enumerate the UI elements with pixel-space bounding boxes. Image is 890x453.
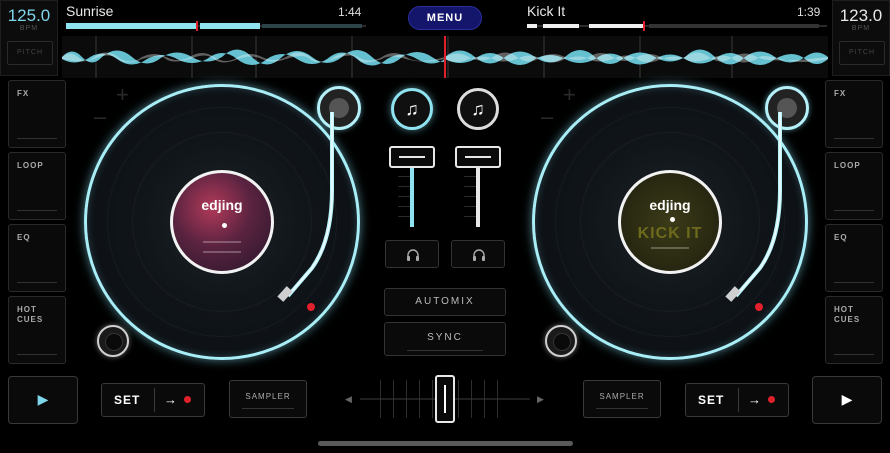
deck-b-bpm-unit: BPM xyxy=(851,25,871,32)
deck-b-fx-label: FX xyxy=(834,89,847,98)
deck-a-set-label: SET xyxy=(114,393,141,407)
deck-a-headphones-button[interactable] xyxy=(385,240,439,268)
deck-b-track-time: 1:39 xyxy=(797,5,821,19)
deck-b-tonearm[interactable] xyxy=(718,100,798,310)
deck-a-overview-waveform[interactable] xyxy=(66,21,366,31)
crossfader-left-arrow-icon[interactable]: ◀ xyxy=(345,394,352,405)
deck-b-record-label: edjing KICK IT xyxy=(618,170,722,274)
arrow-right-icon[interactable]: → xyxy=(164,392,177,407)
deck-a-fx-button[interactable]: FX xyxy=(8,80,66,148)
deck-b-volume-fader[interactable] xyxy=(476,165,480,227)
arrow-right-icon[interactable]: → xyxy=(748,392,761,407)
deck-a-eq-button[interactable]: EQ xyxy=(8,224,66,292)
deck-a-loop-label: LOOP xyxy=(17,161,44,170)
deck-b-sampler-button[interactable]: SAMPLER xyxy=(583,380,661,418)
deck-b-record-indicator xyxy=(755,303,763,311)
deck-b-hot-cues-label: HOT CUES xyxy=(834,305,861,324)
deck-a-volume-fader[interactable] xyxy=(410,165,414,227)
deck-a-cue-knob[interactable] xyxy=(97,325,129,357)
deck-b-eq-button[interactable]: EQ xyxy=(825,224,883,292)
record-icon[interactable] xyxy=(768,396,775,403)
deck-a-sampler-button[interactable]: SAMPLER xyxy=(229,380,307,418)
automix-button[interactable]: AUTOMIX xyxy=(384,288,506,316)
crossfader-right-arrow-icon[interactable]: ▶ xyxy=(537,394,544,405)
main-waveform[interactable] xyxy=(62,36,828,78)
headphones-icon xyxy=(407,249,419,261)
deck-b-sampler-label: SAMPLER xyxy=(599,392,645,401)
deck-a-hot-cues-button[interactable]: HOT CUES xyxy=(8,296,66,364)
deck-b-track-title: Kick It xyxy=(527,3,566,19)
play-icon: ▶ xyxy=(841,391,853,407)
main-waveform-graphic xyxy=(62,36,828,78)
deck-a-set-cue-group[interactable]: SET → xyxy=(101,383,205,417)
deck-b-overview-waveform[interactable] xyxy=(527,21,827,31)
deck-b-set-label: SET xyxy=(698,393,725,407)
deck-a-plus-icon[interactable]: + xyxy=(116,82,129,108)
deck-a-bpm-display[interactable]: 125.0 BPM PITCH xyxy=(0,0,58,76)
deck-b-loop-button[interactable]: LOOP xyxy=(825,152,883,220)
deck-a-hot-cues-label: HOT CUES xyxy=(17,305,44,324)
deck-b-bpm-display[interactable]: 123.0 BPM PITCH xyxy=(832,0,890,76)
deck-a-bpm-value: 125.0 xyxy=(7,6,51,25)
automix-label: AUTOMIX xyxy=(415,296,475,307)
deck-a-minus-icon[interactable]: – xyxy=(94,104,106,130)
deck-b-minus-icon[interactable]: – xyxy=(541,104,553,130)
crossfader-handle[interactable] xyxy=(435,375,455,423)
deck-b-label-brand: edjing xyxy=(649,197,691,213)
deck-b-load-track-button[interactable]: ♫ xyxy=(457,88,499,130)
deck-b-pitch-button[interactable]: PITCH xyxy=(839,41,885,65)
menu-button[interactable]: MENU xyxy=(408,6,482,30)
deck-b-fx-button[interactable]: FX xyxy=(825,80,883,148)
deck-a-pitch-button[interactable]: PITCH xyxy=(7,41,53,65)
music-note-add-icon: ♫ xyxy=(471,99,485,119)
deck-a-eq-label: EQ xyxy=(17,233,31,242)
deck-a-tonearm[interactable] xyxy=(270,100,350,310)
deck-b-bpm-value: 123.0 xyxy=(839,6,883,25)
deck-a-record-label: edjing xyxy=(170,170,274,274)
deck-a-bpm-unit: BPM xyxy=(19,25,39,32)
headphones-icon xyxy=(473,249,485,261)
deck-b-loop-label: LOOP xyxy=(834,161,861,170)
record-icon[interactable] xyxy=(184,396,191,403)
deck-b-set-cue-group[interactable]: SET → xyxy=(685,383,789,417)
deck-b-volume-level xyxy=(476,165,480,227)
deck-a-track-title: Sunrise xyxy=(66,3,114,19)
deck-b-hot-cues-button[interactable]: HOT CUES xyxy=(825,296,883,364)
deck-a-label-brand: edjing xyxy=(201,197,243,213)
deck-b-cue-knob[interactable] xyxy=(545,325,577,357)
deck-b-play-button[interactable]: ▶ xyxy=(812,376,882,424)
deck-b-headphones-button[interactable] xyxy=(451,240,505,268)
deck-a-volume-handle[interactable] xyxy=(389,146,435,168)
sync-label: SYNC xyxy=(427,332,463,343)
deck-b-label-title: KICK IT xyxy=(637,225,703,242)
deck-b-volume-handle[interactable] xyxy=(455,146,501,168)
deck-a-track-time: 1:44 xyxy=(338,5,362,19)
deck-a-loop-button[interactable]: LOOP xyxy=(8,152,66,220)
music-note-add-icon: ♫ xyxy=(405,99,419,119)
deck-b-eq-label: EQ xyxy=(834,233,848,242)
deck-a-record-indicator xyxy=(307,303,315,311)
deck-a-sampler-label: SAMPLER xyxy=(245,392,291,401)
deck-a-play-button[interactable]: ▶ xyxy=(8,376,78,424)
deck-a-load-track-button[interactable]: ♫ xyxy=(391,88,433,130)
deck-a-fx-label: FX xyxy=(17,89,30,98)
deck-b-plus-icon[interactable]: + xyxy=(563,82,576,108)
deck-a-volume-level xyxy=(410,165,414,227)
play-icon: ▶ xyxy=(37,391,49,407)
home-indicator[interactable] xyxy=(318,441,573,446)
sync-button[interactable]: SYNC xyxy=(384,322,506,356)
